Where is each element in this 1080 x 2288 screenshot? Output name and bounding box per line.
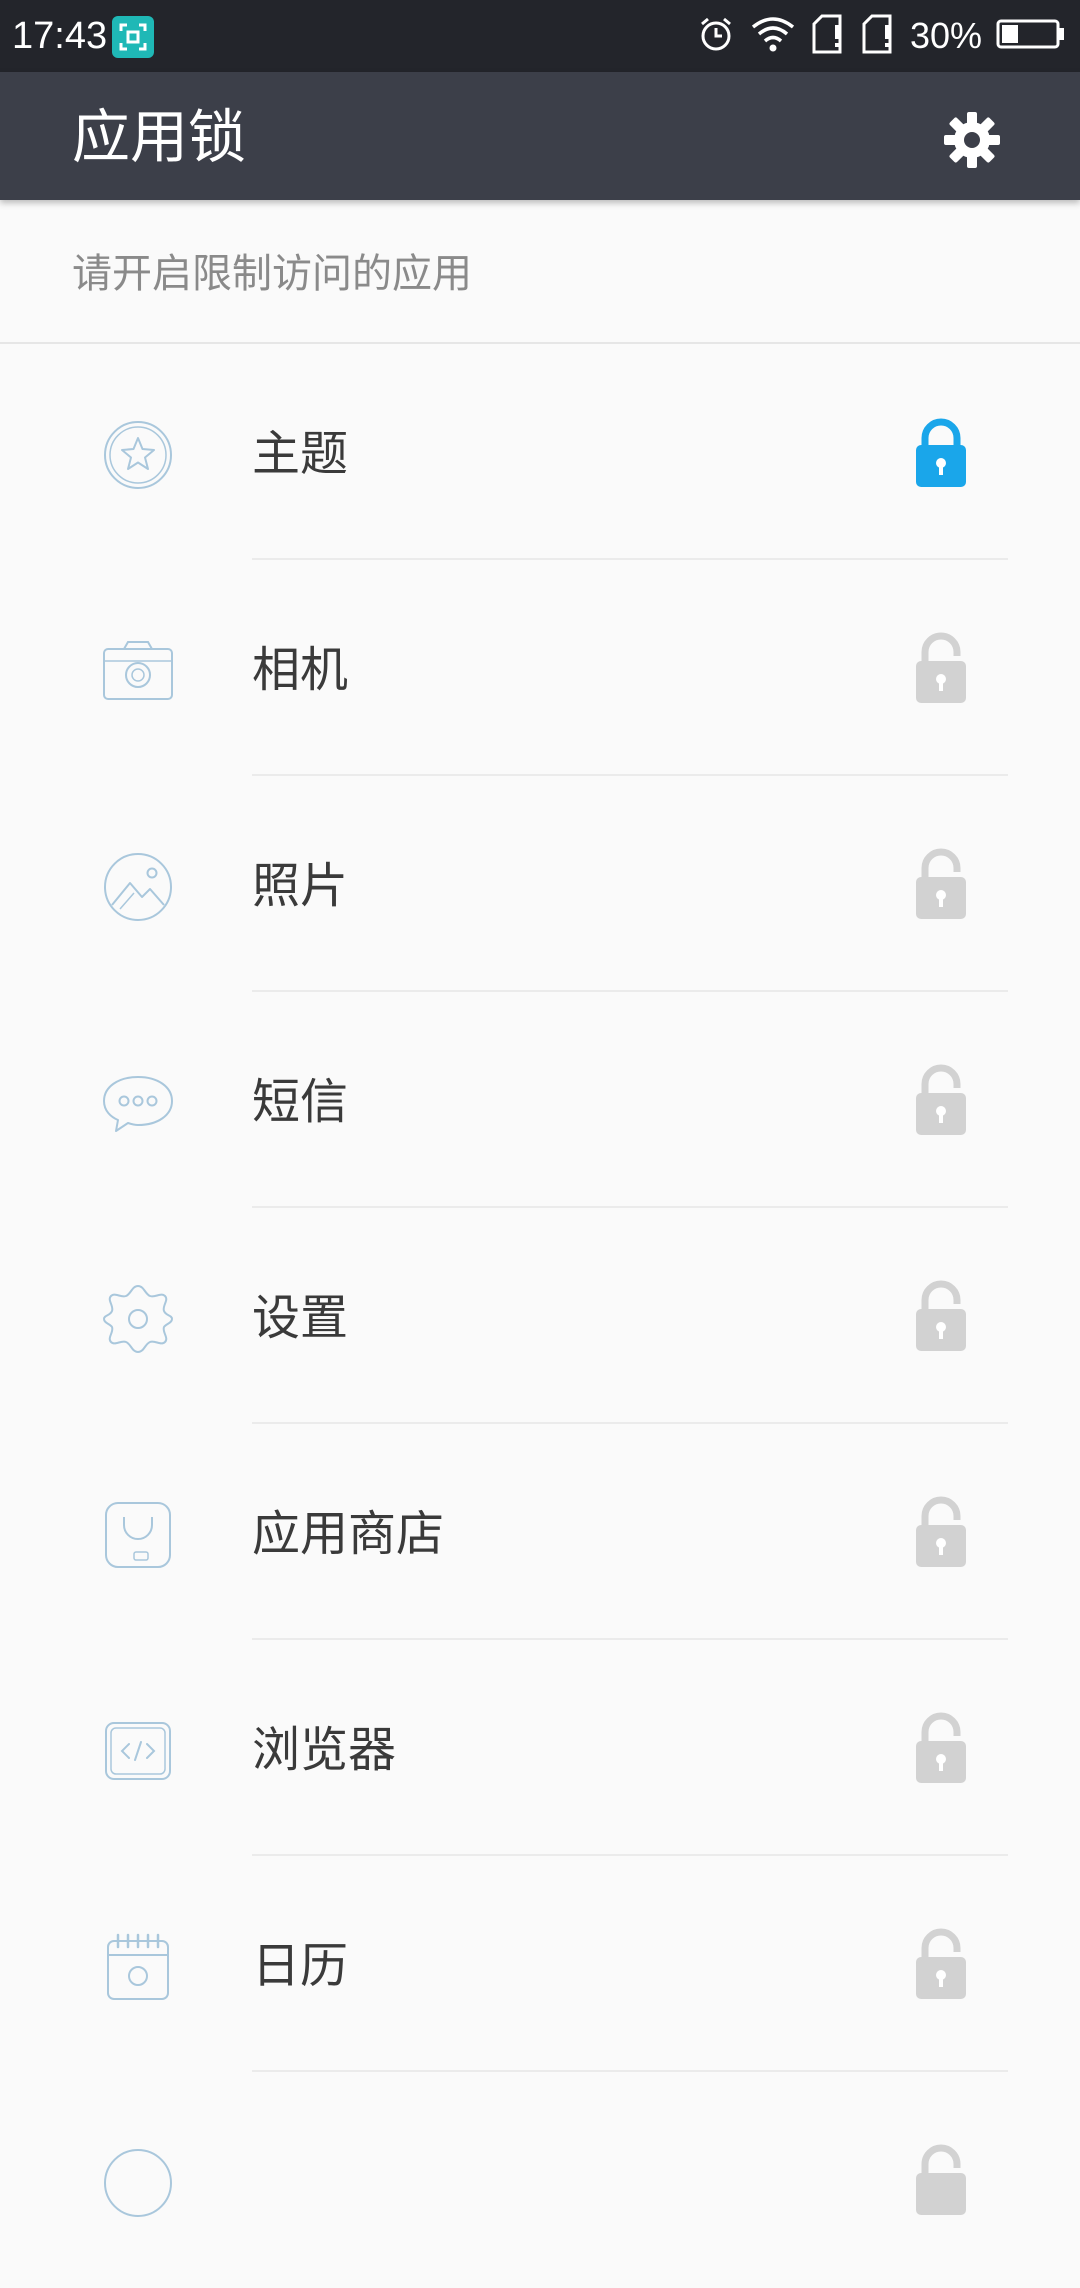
list-item[interactable]: 短信 (0, 992, 1080, 1208)
app-label: 相机 (252, 642, 349, 698)
alarm-icon (696, 14, 736, 58)
app-store-bag-icon (100, 1497, 176, 1573)
list-item[interactable]: 应用商店 (0, 1424, 1080, 1640)
sim1-icon (810, 13, 846, 59)
list-item-partial[interactable] (0, 2072, 1080, 2288)
battery-percent: 30% (909, 15, 982, 56)
app-label: 浏览器 (252, 1722, 397, 1778)
app-bar: 应用锁 (0, 72, 1080, 200)
unlock-icon[interactable] (912, 1494, 970, 1570)
partial-app-icon (100, 2145, 176, 2221)
unlock-icon[interactable] (912, 1926, 970, 2002)
photos-icon (100, 849, 176, 925)
messages-icon (100, 1065, 176, 1141)
wifi-icon (750, 14, 796, 58)
list-item[interactable]: 浏览器 (0, 1640, 1080, 1856)
subtitle-row: 请开启限制访问的应用 (0, 200, 1080, 344)
list-item[interactable]: 相机 (0, 560, 1080, 776)
app-list: 主题 相机 照片 短信 设置 应用商店 浏览器 日历 (0, 344, 1080, 2288)
list-item[interactable]: 主题 (0, 344, 1080, 560)
camera-icon (100, 633, 176, 709)
settings-button[interactable] (930, 100, 1014, 184)
lock-toggle[interactable] (912, 414, 970, 490)
subtitle: 请开启限制访问的应用 (72, 251, 472, 297)
app-label: 日历 (252, 1938, 349, 1994)
app-label: 主题 (252, 426, 349, 482)
app-label: 照片 (252, 858, 349, 914)
unlock-icon[interactable] (912, 1062, 970, 1138)
list-item[interactable]: 日历 (0, 1856, 1080, 2072)
list-item[interactable]: 设置 (0, 1208, 1080, 1424)
unlock-icon[interactable] (912, 630, 970, 706)
unlock-icon[interactable] (912, 2142, 970, 2218)
browser-code-icon (100, 1713, 176, 1789)
status-time: 17:43 (12, 15, 108, 57)
theme-star-icon (100, 417, 176, 493)
sim2-icon (860, 13, 896, 59)
calendar-icon (100, 1929, 176, 2005)
status-bar: 17:43 30% (0, 0, 1080, 72)
app-label: 设置 (252, 1290, 349, 1346)
app-label: 应用商店 (252, 1506, 445, 1562)
screenshot-app-icon (112, 16, 154, 58)
settings-gear-icon (100, 1281, 176, 1357)
app-label: 短信 (252, 1074, 349, 1130)
unlock-icon[interactable] (912, 846, 970, 922)
unlock-icon[interactable] (912, 1710, 970, 1786)
battery-icon (996, 17, 1066, 55)
list-item[interactable]: 照片 (0, 776, 1080, 992)
unlock-icon[interactable] (912, 1278, 970, 1354)
gear-icon (941, 109, 1003, 175)
page-title: 应用锁 (72, 103, 247, 171)
